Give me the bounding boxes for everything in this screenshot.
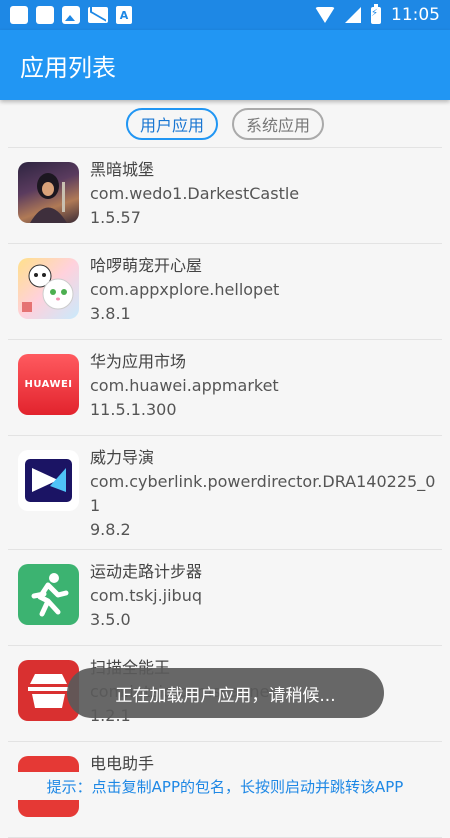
app-package[interactable]: com.wedo1.DarkestCastle (90, 182, 436, 206)
page-title: 应用列表 (20, 53, 116, 82)
photo-icon (62, 6, 80, 24)
tab-system-apps[interactable]: 系统应用 (232, 107, 325, 140)
battery-charging-icon (371, 3, 381, 24)
square-icon (10, 6, 28, 24)
status-time: 11:05 (391, 5, 440, 25)
tip-text: 提示：点击复制APP的包名，长按则启动并跳转该APP (46, 777, 404, 796)
app-version: 3.5.0 (90, 610, 131, 629)
app-package[interactable]: com.tskj.jibuq (90, 584, 436, 608)
app-version: 9.8.2 (90, 520, 131, 539)
status-notifications: A (10, 6, 132, 24)
app-name: 黑暗城堡 (90, 160, 155, 179)
app-name: 威力导演 (90, 448, 155, 467)
tab-bar: 用户应用 系统应用 (0, 100, 450, 147)
pedometer-icon (18, 564, 79, 625)
app-package[interactable]: com.appxplore.hellopet (90, 278, 436, 302)
darkest-castle-icon (18, 162, 79, 223)
app-package[interactable]: com.huawei.appmarket (90, 374, 436, 398)
app-version: 11.5.1.300 (90, 400, 177, 419)
app-version: 3.8.1 (90, 304, 131, 323)
tab-user-apps[interactable]: 用户应用 (125, 107, 218, 140)
hellopet-icon (18, 258, 79, 319)
app-list: 黑暗城堡 com.wedo1.DarkestCastle 1.5.57 哈啰萌宠… (8, 148, 442, 838)
mail-icon (88, 7, 108, 23)
wifi-icon (315, 7, 335, 23)
app-bar: 应用列表 (0, 30, 450, 100)
status-bar: A 11:05 (0, 0, 450, 30)
app-list-item[interactable]: 哈啰萌宠开心屋 com.appxplore.hellopet 3.8.1 (8, 244, 442, 340)
app-list-item[interactable]: HUAWEI 华为应用市场 com.huawei.appmarket 11.5.… (8, 340, 442, 436)
app-name: 华为应用市场 (90, 352, 187, 371)
app-list-item[interactable]: 威力导演 com.cyberlink.powerdirector.DRA1402… (8, 436, 442, 550)
app-list-item[interactable]: 运动走路计步器 com.tskj.jibuq 3.5.0 (8, 550, 442, 646)
app-name: 哈啰萌宠开心屋 (90, 256, 203, 275)
powerdirector-icon (18, 450, 79, 511)
square-icon (36, 6, 54, 24)
app-version: 1.5.57 (90, 208, 141, 227)
loading-toast: 正在加载用户应用，请稍候... (67, 668, 384, 718)
app-list-item[interactable]: 黑暗城堡 com.wedo1.DarkestCastle 1.5.57 (8, 148, 442, 244)
huawei-icon-text: HUAWEI (24, 379, 73, 390)
a-letter-icon: A (116, 6, 132, 24)
status-system: 11:05 (315, 3, 440, 25)
signal-icon (345, 7, 361, 23)
huawei-appmarket-icon: HUAWEI (18, 354, 79, 415)
toast-text: 正在加载用户应用，请稍候... (115, 685, 336, 706)
app-name: 运动走路计步器 (90, 562, 203, 581)
tip-banner: 提示：点击复制APP的包名，长按则启动并跳转该APP (0, 772, 450, 800)
app-package[interactable]: com.cyberlink.powerdirector.DRA140225_01 (90, 470, 436, 518)
